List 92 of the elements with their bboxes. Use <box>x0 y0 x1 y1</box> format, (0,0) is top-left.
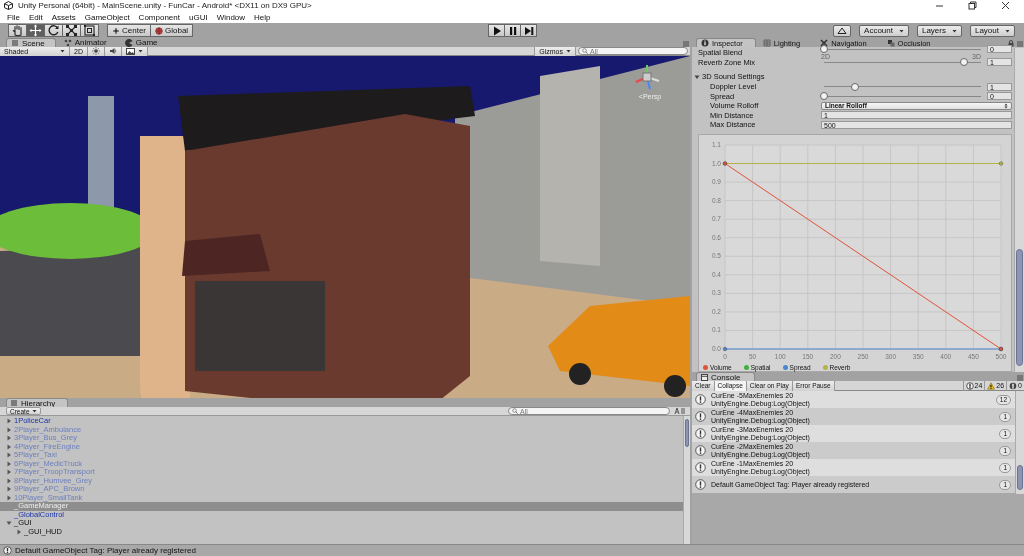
cross-icon <box>820 39 829 47</box>
scrollbar-thumb[interactable] <box>1016 248 1023 366</box>
window-title: Unity Personal (64bit) - MainScene.unity - FunCar - Android* <DX11 on DX9 GPU> <box>18 1 312 10</box>
sort-icon[interactable] <box>674 407 686 415</box>
info-icon <box>701 39 709 47</box>
scrollbar[interactable] <box>683 416 690 544</box>
foldout-arrow-icon[interactable] <box>6 418 12 425</box>
window-icon <box>701 373 708 381</box>
foldout-arrow-icon[interactable] <box>6 494 12 501</box>
updown-icon <box>1004 102 1008 109</box>
pie-icon <box>124 38 133 47</box>
info-icon <box>965 381 974 390</box>
panel-tab[interactable]: Animator <box>59 38 117 47</box>
foldout-arrow-icon[interactable] <box>6 443 12 450</box>
caret-icon <box>566 49 571 53</box>
search-icon <box>512 408 518 414</box>
scrollbar-thumb[interactable] <box>1017 465 1023 490</box>
menu-item[interactable]: uGUI <box>188 12 208 22</box>
foldout-arrow-icon[interactable] <box>694 73 700 80</box>
audio-toggle[interactable] <box>104 46 122 56</box>
step-button[interactable] <box>520 24 538 37</box>
menu-item[interactable]: Window <box>216 12 246 22</box>
foldout-arrow-icon[interactable] <box>6 477 12 484</box>
rotate-icon <box>47 24 60 37</box>
slider-thumb[interactable] <box>820 45 828 54</box>
caret-icon <box>31 409 37 413</box>
info-icon <box>695 428 706 439</box>
caret-icon <box>898 28 904 33</box>
foldout-arrow-icon[interactable] <box>6 486 12 493</box>
rect-tool-icon <box>83 24 96 37</box>
cloud-button[interactable] <box>833 24 852 37</box>
data-point[interactable] <box>999 161 1003 166</box>
dropdown[interactable]: Layers <box>916 24 962 37</box>
status-message: Default GameObject Tag: Player already registered <box>15 546 196 555</box>
panel-tab[interactable]: Game <box>120 38 168 47</box>
info-icon <box>695 462 706 473</box>
tool-button[interactable] <box>80 24 99 37</box>
data-point[interactable] <box>723 346 727 351</box>
slider-thumb[interactable] <box>959 58 968 67</box>
grid-icon <box>762 39 771 47</box>
restore-icon[interactable] <box>968 1 977 10</box>
caret-icon <box>951 28 957 33</box>
foldout-arrow-icon[interactable] <box>16 528 22 535</box>
error-icon <box>1009 381 1018 390</box>
cloud-icon <box>837 27 848 34</box>
list-icon <box>10 399 18 407</box>
pivot-button[interactable]: Center <box>107 24 151 37</box>
effects-dropdown[interactable] <box>121 46 148 56</box>
dropdown[interactable]: Account <box>859 24 909 37</box>
foldout-arrow-icon[interactable] <box>6 435 12 442</box>
scrollbar[interactable] <box>1015 391 1024 494</box>
slider-thumb[interactable] <box>820 92 828 101</box>
dropdown[interactable]: Layout <box>969 24 1015 37</box>
image-icon <box>125 47 135 55</box>
lighting-toggle[interactable] <box>87 46 105 56</box>
menu-item[interactable]: Edit <box>28 12 43 22</box>
info-icon <box>695 445 706 456</box>
globe-icon <box>155 26 163 35</box>
caret-icon <box>60 49 65 53</box>
info-icon <box>3 546 12 555</box>
step-icon <box>522 24 535 37</box>
speaker-icon <box>108 47 117 55</box>
foldout-arrow-icon[interactable] <box>6 460 12 467</box>
search-icon <box>582 48 588 54</box>
menu-item[interactable]: Assets <box>51 12 76 22</box>
info-icon <box>695 394 706 405</box>
caret-icon <box>1005 28 1010 33</box>
foldout-arrow-icon[interactable] <box>6 520 12 527</box>
menu-item[interactable]: Help <box>254 12 271 22</box>
info-icon <box>695 411 706 422</box>
caret-icon <box>137 49 143 53</box>
warning-icon <box>987 381 996 390</box>
foldout-arrow-icon[interactable] <box>6 426 12 433</box>
menu-item[interactable]: File <box>7 12 20 22</box>
list-icon <box>11 39 19 47</box>
sun-icon <box>91 47 100 55</box>
foldout-arrow-icon[interactable] <box>6 469 12 476</box>
hand-icon <box>11 24 24 37</box>
menu-item[interactable]: GameObject <box>84 12 130 22</box>
info-icon <box>695 479 706 490</box>
scale-icon <box>65 24 78 37</box>
foldout-arrow-icon[interactable] <box>6 452 12 459</box>
slider-thumb[interactable] <box>851 82 860 91</box>
close-icon[interactable] <box>1001 1 1010 10</box>
scrollbar-thumb[interactable] <box>685 418 689 447</box>
app-logo-icon <box>4 1 13 10</box>
menu-item[interactable]: Component <box>138 12 180 22</box>
pivot-button[interactable]: Global <box>150 24 194 37</box>
nodes-icon <box>63 38 72 47</box>
move-icon <box>29 24 42 37</box>
pivot-icon <box>112 26 120 35</box>
scrollbar[interactable] <box>1014 48 1024 372</box>
